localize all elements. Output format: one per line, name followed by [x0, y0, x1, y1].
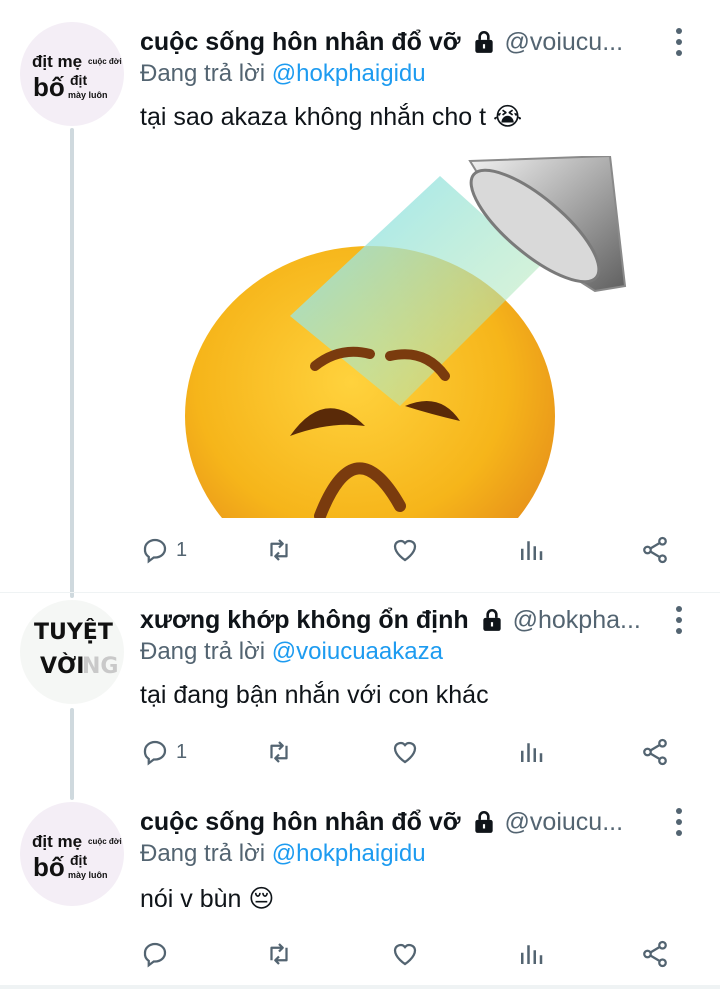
avatar-text: TUYỆT [34, 620, 113, 645]
avatar-text: cuộc đời [88, 837, 122, 846]
retweet-button[interactable] [264, 732, 294, 772]
crying-emoji: 😭 [493, 103, 523, 131]
avatar[interactable]: địt mẹ cuộc đời bố địt mày luôn [20, 22, 124, 126]
reply-count: 1 [176, 740, 188, 763]
avatar-text: NG [82, 654, 119, 679]
reply-prefix: Đang trả lời [140, 60, 266, 87]
handle[interactable]: @voiucu... [505, 28, 623, 57]
tweet-header: cuộc sống hôn nhân đổ vỡ @voiucu... [140, 802, 623, 842]
tweet-1[interactable]: địt mẹ cuộc đời bố địt mày luôn cuộc sốn… [0, 0, 720, 590]
avatar-text: bố [33, 72, 65, 102]
tweet-text: tại đang bận nhắn với con khác [140, 681, 489, 710]
like-icon [393, 539, 417, 562]
tweet-2[interactable]: TUYỆT VỜI NG xương khớp không ổn định @h… [0, 600, 720, 790]
avatar[interactable]: địt mẹ cuộc đời bố địt mày luôn [20, 802, 124, 906]
share-icon [643, 940, 667, 968]
retweet-button[interactable] [264, 934, 294, 974]
tweet-text: tại sao akaza không nhắn cho t 😭 [140, 102, 522, 132]
share-icon [643, 738, 667, 766]
like-button[interactable] [390, 934, 420, 974]
reply-context: Đang trả lời @voiucuaakaza [140, 638, 443, 666]
lock-icon [474, 30, 493, 53]
tweet-text-content: tại sao akaza không nhắn cho t [140, 103, 487, 131]
action-bar: 1 [140, 732, 700, 772]
retweet-icon [270, 943, 288, 965]
reply-button[interactable] [140, 934, 176, 974]
share-button[interactable] [640, 934, 670, 974]
reply-mention-link[interactable]: @voiucuaakaza [272, 638, 443, 665]
reply-icon [143, 942, 167, 968]
share-icon [643, 536, 667, 564]
avatar-text: mày luôn [68, 90, 108, 100]
analytics-icon [521, 743, 543, 762]
avatar-text: địt mẹ [32, 52, 83, 71]
reply-button[interactable]: 1 [140, 530, 187, 570]
analytics-button[interactable] [516, 530, 546, 570]
avatar-text: cuộc đời [88, 57, 122, 66]
reply-context: Đang trả lời @hokphaigidu [140, 60, 426, 88]
crying-shower-emoji-icon [185, 156, 627, 518]
retweet-icon [270, 539, 288, 561]
like-icon [393, 741, 417, 764]
analytics-icon [521, 541, 543, 560]
analytics-icon [521, 945, 543, 964]
lock-icon [482, 608, 501, 631]
like-button[interactable] [390, 530, 420, 570]
handle[interactable]: @voiucu... [505, 808, 623, 837]
tweet-3[interactable]: địt mẹ cuộc đời bố địt mày luôn cuộc sốn… [0, 802, 720, 982]
reply-icon [143, 538, 167, 564]
avatar-text: địt [70, 72, 88, 88]
lock-icon [474, 810, 493, 833]
like-icon [393, 943, 417, 966]
display-name[interactable]: cuộc sống hôn nhân đổ vỡ [140, 28, 461, 57]
analytics-button[interactable] [516, 934, 546, 974]
avatar-text: VỜI [40, 654, 85, 679]
share-button[interactable] [640, 530, 670, 570]
avatar-text: mày luôn [68, 870, 108, 880]
avatar[interactable]: TUYỆT VỜI NG [20, 600, 124, 704]
more-icon[interactable] [664, 600, 694, 640]
retweet-icon [270, 741, 288, 763]
action-bar [140, 934, 700, 974]
reply-count: 1 [176, 538, 188, 561]
pensive-emoji: 😔 [248, 885, 275, 913]
reply-context: Đang trả lời @hokphaigidu [140, 840, 426, 868]
tweet-text: nói v bùn 😔 [140, 884, 274, 914]
handle[interactable]: @hokpha... [513, 606, 641, 635]
reply-icon [143, 740, 167, 766]
reply-mention-link[interactable]: @hokphaigidu [272, 840, 426, 867]
more-icon[interactable] [664, 22, 694, 62]
tweet-text-content: nói v bùn [140, 885, 242, 913]
avatar-text: địt [70, 852, 88, 868]
reply-prefix: Đang trả lời [140, 840, 266, 867]
tweet-header: xương khớp không ổn định @hokpha... [140, 600, 641, 640]
like-button[interactable] [390, 732, 420, 772]
bottom-divider [0, 985, 720, 989]
tweet-header: cuộc sống hôn nhân đổ vỡ @voiucu... [140, 22, 623, 62]
share-button[interactable] [640, 732, 670, 772]
reply-mention-link[interactable]: @hokphaigidu [272, 60, 426, 87]
analytics-button[interactable] [516, 732, 546, 772]
action-bar: 1 [140, 530, 700, 570]
retweet-button[interactable] [264, 530, 294, 570]
tweet-media-image[interactable] [140, 156, 632, 518]
tweet-divider [0, 592, 720, 593]
display-name[interactable]: cuộc sống hôn nhân đổ vỡ [140, 808, 461, 837]
reply-button[interactable]: 1 [140, 732, 187, 772]
avatar-text: địt mẹ [32, 832, 83, 851]
reply-prefix: Đang trả lời [140, 638, 266, 665]
display-name[interactable]: xương khớp không ổn định [140, 606, 469, 635]
tweet-text-content: tại đang bận nhắn với con khác [140, 681, 489, 709]
avatar-text: bố [33, 852, 65, 882]
more-icon[interactable] [664, 802, 694, 842]
